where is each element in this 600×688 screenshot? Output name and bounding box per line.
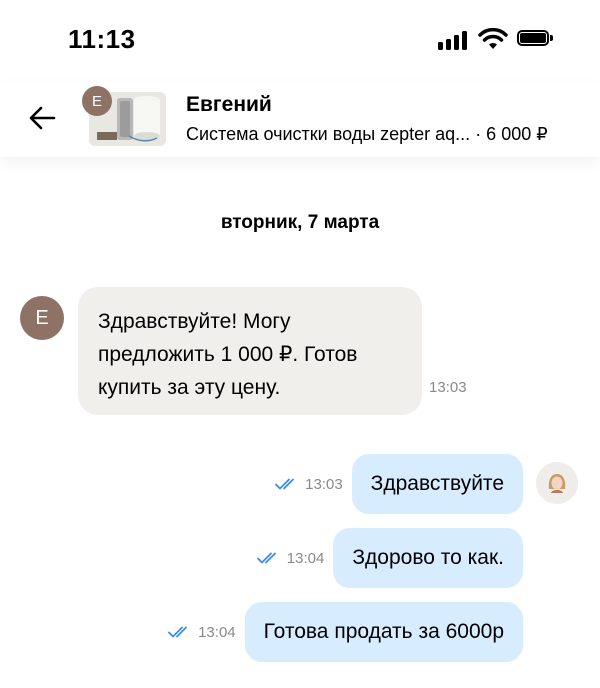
cellular-signal-icon bbox=[438, 30, 470, 50]
item-info[interactable]: Система очистки воды zepter aq... · 6 00… bbox=[186, 124, 586, 145]
outgoing-message-row: 13:04 Готова продать за 6000р bbox=[168, 602, 523, 662]
status-bar: 11:13 bbox=[0, 0, 600, 80]
date-separator: вторник, 7 марта bbox=[220, 212, 380, 233]
message-time: 13:04 bbox=[286, 549, 325, 567]
wifi-icon bbox=[478, 27, 508, 49]
status-time: 11:13 bbox=[68, 24, 136, 54]
outgoing-message-bubble[interactable]: Здравствуйте bbox=[351, 454, 523, 514]
message-meta: 13:04 bbox=[168, 624, 236, 641]
message-time: 13:03 bbox=[305, 475, 343, 493]
double-check-icon bbox=[256, 552, 276, 564]
sender-avatar[interactable]: Е bbox=[20, 296, 64, 340]
item-price: · 6 000 ₽ bbox=[470, 124, 548, 144]
message-meta: 13:03 bbox=[275, 476, 343, 493]
incoming-message-bubble[interactable]: Здравствуйте! Могу предложить 1 000 ₽. Г… bbox=[78, 287, 422, 415]
back-arrow-icon[interactable] bbox=[24, 98, 64, 138]
battery-icon bbox=[517, 30, 553, 48]
chat-header: Е Евгений Система очистки воды zepter aq… bbox=[0, 82, 600, 157]
outgoing-message-bubble[interactable]: Готова продать за 6000р bbox=[244, 602, 523, 662]
outgoing-message-row: 13:03 Здравствуйте bbox=[275, 454, 523, 514]
item-title: Система очистки воды zepter aq... bbox=[186, 124, 471, 144]
outgoing-message-bubble[interactable]: Здорово то как. bbox=[333, 528, 523, 588]
message-time: 13:04 bbox=[198, 623, 236, 641]
seller-avatar[interactable]: Е bbox=[82, 86, 112, 116]
message-time: 13:03 bbox=[429, 379, 467, 396]
user-avatar-image bbox=[536, 462, 578, 504]
message-meta: 13:04 bbox=[256, 549, 325, 567]
my-avatar[interactable] bbox=[536, 462, 578, 504]
outgoing-message-row: 13:04 Здорово то как. bbox=[256, 528, 523, 588]
contact-name[interactable]: Евгений bbox=[186, 93, 272, 117]
double-check-icon bbox=[168, 626, 187, 638]
double-check-icon bbox=[275, 478, 295, 490]
